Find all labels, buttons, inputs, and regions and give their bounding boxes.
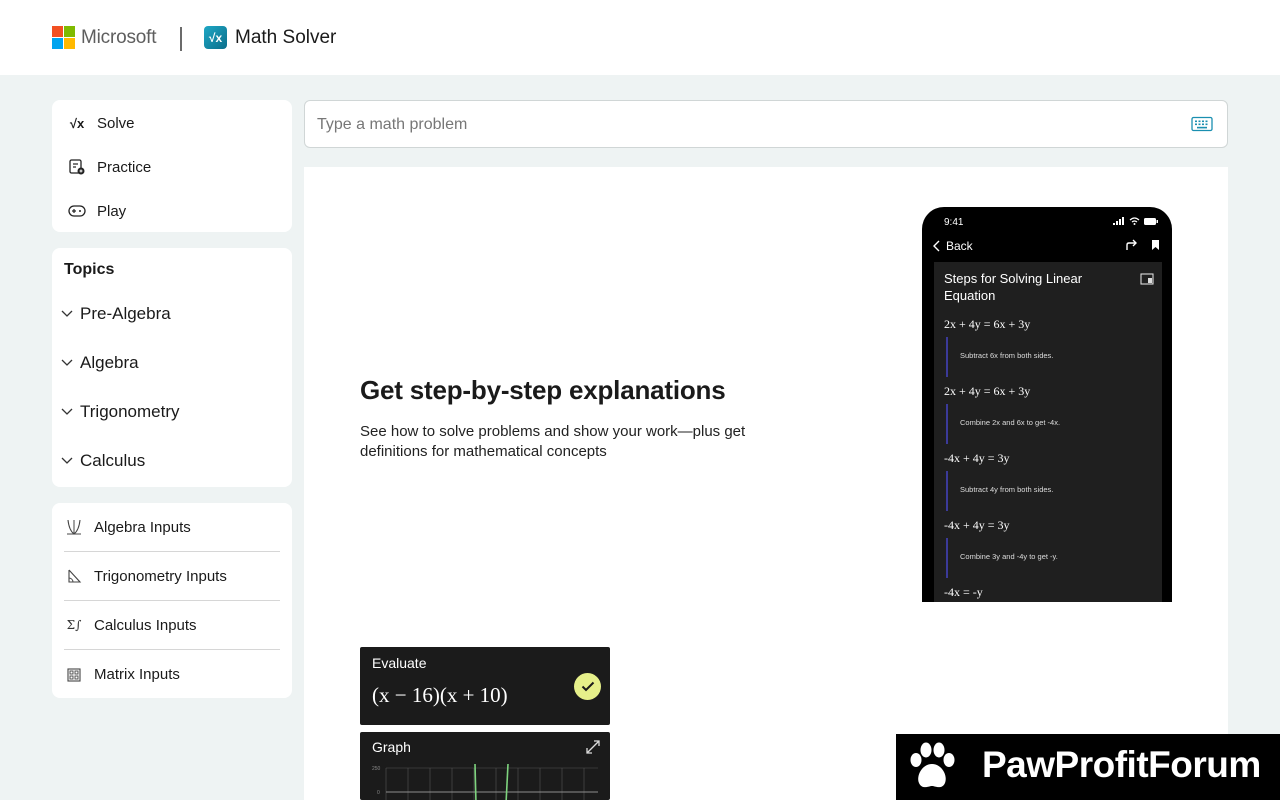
calculus-inputs-icon: Σ∫ <box>66 618 82 632</box>
phone-back-label: Back <box>946 239 973 253</box>
graph-card: Graph 250 0 <box>360 732 610 800</box>
nav-item-solve[interactable]: √x Solve <box>66 108 135 138</box>
phone-steps-panel: Steps for Solving Linear Equation 2x + 4… <box>934 262 1162 602</box>
chevron-left-icon <box>933 240 940 252</box>
graph-plot: 250 0 <box>372 764 598 800</box>
nav-item-label: Play <box>97 202 127 220</box>
paw-icon <box>910 742 955 788</box>
input-link-label: Algebra Inputs <box>94 518 191 536</box>
step-note-text: Subtract 4y from both sides. <box>960 485 1054 494</box>
graph-curve-left <box>474 764 477 800</box>
sqrt-x-icon: √x <box>69 115 85 131</box>
step-note: Combine 3y and -4y to get -y. <box>946 538 1146 578</box>
evaluate-card: Evaluate (x − 16)(x + 10) <box>360 647 610 725</box>
panel-toggle-icon <box>1140 272 1154 285</box>
battery-icon <box>1144 217 1158 225</box>
nav-item-label: Practice <box>97 158 152 176</box>
graph-curve-right <box>505 764 509 800</box>
hero-title: Get step-by-step explanations <box>360 375 726 405</box>
watermark-text: PawProfitForum <box>982 744 1261 785</box>
chevron-down-icon <box>60 356 74 370</box>
phone-mockup: 9:41 Back Steps for Solving Linear Equat… <box>922 207 1172 602</box>
header-divider <box>180 27 182 51</box>
topic-pre-algebra[interactable]: Pre-Algebra <box>60 299 171 329</box>
algebra-inputs-link[interactable]: Algebra Inputs <box>64 503 280 552</box>
topic-label: Calculus <box>80 451 146 470</box>
wifi-icon <box>1129 217 1140 225</box>
nav-item-practice[interactable]: Practice <box>66 152 151 182</box>
input-link-label: Calculus Inputs <box>94 616 197 634</box>
check-icon <box>574 673 601 700</box>
evaluate-expression: (x − 16)(x + 10) <box>372 683 508 707</box>
keyboard-icon[interactable] <box>1191 116 1213 132</box>
chevron-down-icon <box>60 307 74 321</box>
app-logo[interactable]: √x Math Solver <box>204 26 336 49</box>
phone-status-time: 9:41 <box>944 217 964 228</box>
step-note-text: Subtract 6x from both sides. <box>960 351 1054 360</box>
step-note-text: Combine 2x and 6x to get -4x. <box>960 418 1061 427</box>
phone-status-icons <box>1113 217 1158 225</box>
calculus-inputs-link[interactable]: Σ∫ Calculus Inputs <box>64 601 280 650</box>
math-problem-search <box>304 100 1228 148</box>
signal-icon <box>1113 217 1124 225</box>
top-bar: Microsoft √x Math Solver <box>0 0 1280 75</box>
primary-nav: √x Solve Practice Play <box>52 100 292 232</box>
phone-actions <box>1126 239 1160 251</box>
nav-item-play[interactable]: Play <box>66 196 126 226</box>
math-solver-icon: √x <box>204 26 227 49</box>
algebra-inputs-icon <box>64 517 84 537</box>
step-equation: -4x = -y <box>944 585 983 599</box>
input-link-label: Matrix Inputs <box>94 666 180 683</box>
matrix-inputs-link[interactable]: Matrix Inputs <box>64 650 280 699</box>
bookmark-icon <box>1152 240 1159 250</box>
step-note-text: Combine 3y and -4y to get -y. <box>960 552 1058 561</box>
watermark-banner: PawProfitForum <box>896 734 1280 800</box>
step-note: Combine 2x and 6x to get -4x. <box>946 404 1146 444</box>
topic-calculus[interactable]: Calculus <box>60 446 145 476</box>
expand-icon[interactable] <box>586 740 600 754</box>
topic-label: Trigonometry <box>80 402 180 421</box>
topic-algebra[interactable]: Algebra <box>60 348 139 378</box>
hero-description: See how to solve problems and show your … <box>360 423 746 460</box>
nav-item-label: Solve <box>97 114 135 132</box>
phone-steps-heading: Steps for Solving Linear Equation <box>944 271 1083 303</box>
topic-label: Pre-Algebra <box>80 304 171 323</box>
microsoft-wordmark: Microsoft <box>81 26 157 48</box>
graph-tick-top: 250 <box>372 766 381 772</box>
graph-tick-zero: 0 <box>377 790 380 796</box>
gamepad-icon <box>66 200 88 222</box>
graph-label: Graph <box>372 739 411 755</box>
input-link-label: Trigonometry Inputs <box>94 567 227 585</box>
chevron-down-icon <box>60 405 74 419</box>
share-icon <box>1126 239 1137 250</box>
step-equation: 2x + 4y = 6x + 3y <box>944 317 1031 331</box>
chevron-down-icon <box>60 454 74 468</box>
practice-icon <box>66 156 88 178</box>
topic-trigonometry[interactable]: Trigonometry <box>60 397 180 427</box>
step-note: Subtract 6x from both sides. <box>946 337 1146 377</box>
step-equation: -4x + 4y = 3y <box>944 451 1010 465</box>
microsoft-logo[interactable]: Microsoft <box>52 26 156 49</box>
main-content: Get step-by-step explanations See how to… <box>304 167 1228 800</box>
topics-panel: Topics Pre-Algebra Algebra Trigonometry … <box>52 248 292 487</box>
matrix-inputs-icon <box>64 665 84 685</box>
microsoft-logo-icon <box>52 26 75 49</box>
step-equation: 2x + 4y = 6x + 3y <box>944 384 1031 398</box>
phone-back-button: Back <box>932 239 973 253</box>
trigonometry-inputs-link[interactable]: Trigonometry Inputs <box>64 552 280 601</box>
app-name: Math Solver <box>235 26 337 48</box>
trigonometry-inputs-icon <box>64 566 84 586</box>
step-equation: -4x + 4y = 3y <box>944 518 1010 532</box>
math-problem-input[interactable] <box>317 113 1167 137</box>
inputs-panel: Algebra Inputs Trigonometry Inputs Σ∫ Ca… <box>52 503 292 698</box>
topic-label: Algebra <box>80 353 139 372</box>
evaluate-label: Evaluate <box>372 655 427 671</box>
topics-heading: Topics <box>64 261 115 278</box>
step-note: Subtract 4y from both sides. <box>946 471 1146 511</box>
